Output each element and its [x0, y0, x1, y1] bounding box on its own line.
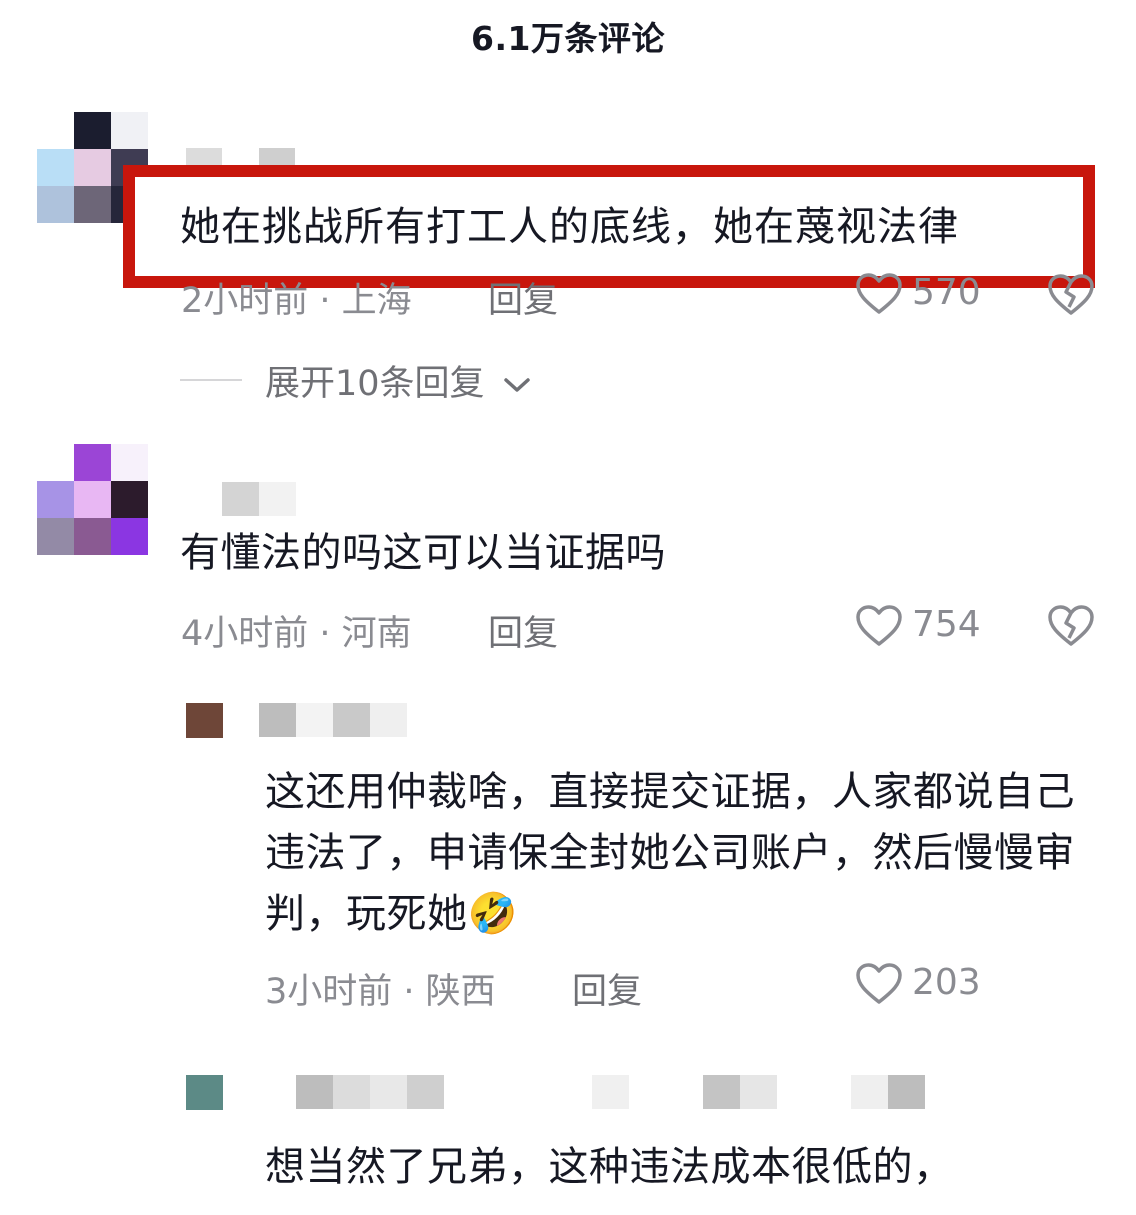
comments-count-title: 6.1万条评论: [471, 19, 665, 58]
reply-text: 想当然了兄弟，这种违法成本很低的，: [265, 1144, 954, 1190]
username-blurred[interactable]: [370, 1075, 407, 1109]
meta-separator: ·: [308, 281, 342, 321]
like-button[interactable]: [855, 272, 903, 316]
dislike-button[interactable]: [1047, 272, 1095, 318]
like-count: 570: [912, 272, 981, 313]
heart-outline-icon: [856, 963, 902, 1004]
username-blurred[interactable]: [296, 1075, 333, 1109]
comment-meta: 4小时前 · 河南: [181, 605, 412, 656]
username-blurred[interactable]: [259, 482, 296, 516]
reply-button[interactable]: 回复: [488, 605, 558, 656]
comment-text: 有懂法的吗这可以当证据吗: [180, 530, 666, 576]
heart-outline-icon: [856, 273, 902, 314]
dislike-button[interactable]: [1047, 603, 1095, 649]
username-blurred[interactable]: [592, 1075, 629, 1109]
expand-divider: [180, 379, 242, 381]
username-blurred[interactable]: [259, 703, 296, 737]
reply-button[interactable]: 回复: [488, 272, 558, 323]
laughing-emoji-icon: 🤣: [467, 891, 518, 937]
username-blurred[interactable]: [703, 1075, 740, 1109]
username-blurred[interactable]: [888, 1075, 925, 1109]
reply-avatar[interactable]: [186, 703, 223, 738]
comment-meta: 2小时前 · 上海: [181, 272, 412, 323]
avatar[interactable]: [37, 444, 148, 555]
heart-outline-icon: [856, 605, 902, 646]
like-count: 754: [912, 604, 981, 645]
comment-text: 她在挑战所有打工人的底线，她在蔑视法律: [180, 204, 959, 250]
reply-location: 陕西: [425, 972, 496, 1012]
username-blurred[interactable]: [296, 703, 333, 737]
expand-replies-button[interactable]: 展开10条回复: [265, 355, 532, 406]
username-blurred[interactable]: [407, 1075, 444, 1109]
comment-time: 2小时前: [181, 281, 309, 321]
username-blurred[interactable]: [333, 1075, 370, 1109]
username-blurred[interactable]: [333, 703, 370, 737]
reply-time: 3小时前: [265, 972, 393, 1012]
chevron-down-icon: [503, 378, 530, 392]
reply-text-content: 这还用仲裁啥，直接提交证据，人家都说自己违法了，申请保全封她公司账户，然后慢慢审…: [265, 769, 1075, 937]
broken-heart-icon: [1048, 274, 1094, 315]
expand-replies-label: 展开10条回复: [265, 364, 485, 404]
broken-heart-icon: [1048, 605, 1094, 646]
reply-avatar[interactable]: [186, 1075, 223, 1110]
meta-separator: ·: [308, 614, 342, 654]
comment-location: 上海: [341, 281, 412, 321]
comment-location: 河南: [341, 614, 412, 654]
username-blurred[interactable]: [370, 703, 407, 737]
reply-button[interactable]: 回复: [572, 963, 642, 1014]
like-button[interactable]: [855, 962, 903, 1006]
username-blurred[interactable]: [222, 482, 259, 516]
like-button[interactable]: [855, 604, 903, 648]
reply-meta: 3小时前 · 陕西: [265, 963, 496, 1014]
comment-time: 4小时前: [181, 614, 309, 654]
username-blurred[interactable]: [740, 1075, 777, 1109]
meta-separator: ·: [392, 972, 426, 1012]
reply-text: 这还用仲裁啥，直接提交证据，人家都说自己违法了，申请保全封她公司账户，然后慢慢审…: [265, 762, 1085, 945]
like-count: 203: [912, 962, 981, 1003]
username-blurred[interactable]: [851, 1075, 888, 1109]
